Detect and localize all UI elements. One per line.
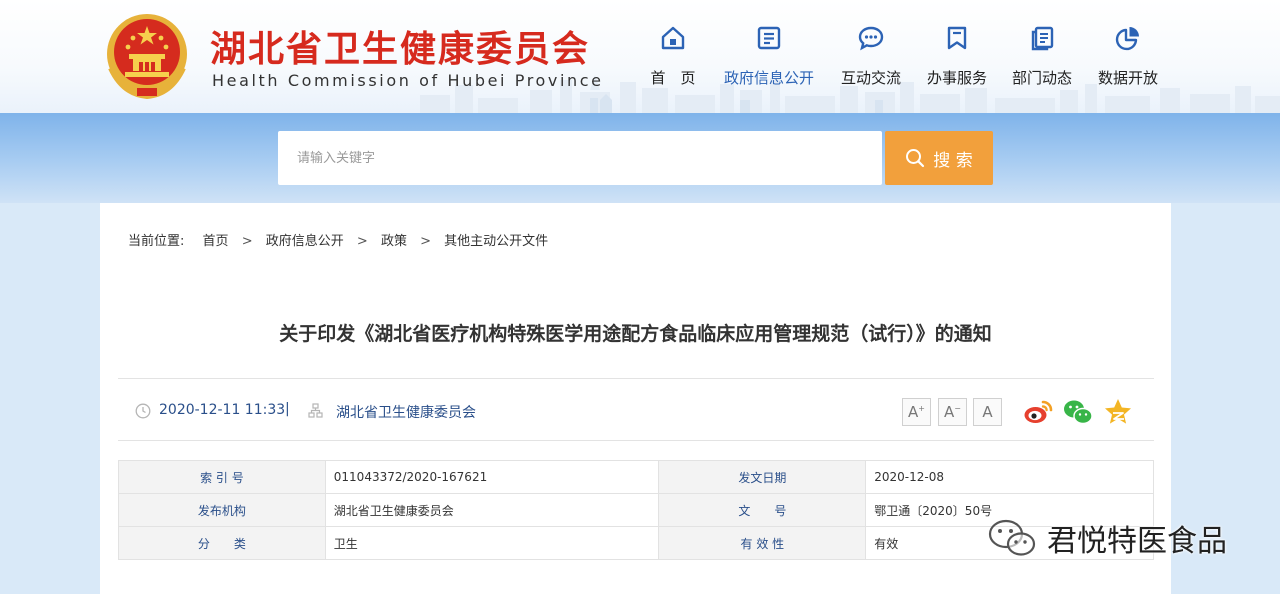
index-number-label: 索 引 号: [118, 460, 326, 494]
nav-interaction-label: 互动交流: [840, 69, 901, 87]
issue-date-value: 2020-12-08: [865, 460, 1154, 494]
organization-icon: [308, 403, 323, 418]
search-input[interactable]: [278, 131, 882, 185]
issuing-agency-value: 湖北省卫生健康委员会: [324, 493, 660, 527]
nav-government-info[interactable]: 政府信息公开: [719, 18, 819, 98]
nav-home[interactable]: 首 页: [623, 18, 723, 98]
breadcrumb-label: 当前位置:: [128, 234, 185, 249]
document-number-label: 文 号: [658, 493, 867, 527]
clock-icon: [135, 403, 151, 419]
favorite-star-icon[interactable]: [1102, 396, 1134, 428]
breadcrumb-separator: >: [356, 234, 368, 249]
meta-divider: |: [285, 401, 290, 417]
search-button-label: 搜 索: [933, 150, 973, 171]
plus-icon: +: [918, 403, 925, 413]
nav-open-data[interactable]: 数据开放: [1078, 18, 1178, 98]
category-label: 分 类: [118, 526, 326, 560]
nav-government-info-label: 政府信息公开: [723, 69, 814, 87]
breadcrumb-item-other-files[interactable]: 其他主动公开文件: [444, 230, 548, 249]
category-value: 卫生: [324, 526, 660, 560]
pages-icon: [1031, 26, 1054, 51]
breadcrumb-item-home[interactable]: 首页: [203, 230, 229, 249]
font-size-large-button[interactable]: A +: [902, 398, 931, 426]
font-size-medium-label: A: [944, 403, 955, 421]
watermark-text: 君悦特医食品: [1047, 524, 1227, 559]
article-meta-bar: 2020-12-11 11:33 | 湖北省卫生健康委员会 A + A − A: [118, 378, 1154, 441]
nav-department-news-label: 部门动态: [1011, 69, 1072, 87]
nav-open-data-label: 数据开放: [1097, 69, 1158, 87]
issuing-agency-label: 发布机构: [118, 493, 326, 527]
nav-department-news[interactable]: 部门动态: [992, 18, 1092, 98]
nav-home-label: 首 页: [650, 69, 696, 87]
search-button[interactable]: 搜 索: [885, 131, 993, 185]
table-row: 索 引 号 011043372/2020-167621 发文日期 2020-12…: [118, 460, 1154, 494]
bookmark-icon: [947, 26, 967, 50]
chat-icon: [858, 26, 884, 51]
pie-chart-icon: [1115, 27, 1139, 51]
breadcrumb-separator: >: [241, 234, 253, 249]
breadcrumb: 当前位置: 首页 > 政府信息公开 > 政策 > 其他主动公开文件: [128, 230, 548, 249]
index-number-value: 011043372/2020-167621: [324, 460, 660, 494]
document-icon: [757, 26, 781, 50]
nav-interaction[interactable]: 互动交流: [821, 18, 921, 98]
issue-date-label: 发文日期: [658, 460, 867, 494]
site-title: 湖北省卫生健康委员会: [210, 29, 591, 70]
minus-icon: −: [954, 403, 961, 413]
breadcrumb-item-government-info[interactable]: 政府信息公开: [266, 230, 344, 249]
breadcrumb-separator: >: [420, 234, 431, 249]
font-size-small-button[interactable]: A: [973, 398, 1002, 426]
article-title: 关于印发《湖北省医疗机构特殊医学用途配方食品临床应用管理规范（试行）》的通知: [279, 323, 992, 345]
site-header: 湖北省卫生健康委员会 Health Commission of Hubei Pr…: [0, 0, 1280, 113]
weibo-share-icon[interactable]: [1022, 396, 1054, 428]
validity-label: 有 效 性: [658, 526, 867, 560]
site-title-english: Health Commission of Hubei Province: [212, 71, 604, 90]
font-size-large-label: A: [908, 403, 919, 421]
font-size-small-label: A: [982, 403, 993, 421]
breadcrumb-item-policy[interactable]: 政策: [381, 230, 407, 249]
font-size-medium-button[interactable]: A −: [938, 398, 967, 426]
wechat-watermark: 君悦特医食品: [985, 514, 1227, 562]
wechat-share-icon[interactable]: [1062, 396, 1094, 428]
publisher-name: 湖北省卫生健康委员会: [336, 405, 476, 421]
wechat-watermark-icon: [988, 519, 1036, 556]
home-icon: [661, 26, 685, 50]
publish-date: 2020-12-11 11:33: [159, 402, 286, 418]
search-icon: [906, 149, 925, 168]
national-emblem-logo: [107, 14, 187, 100]
